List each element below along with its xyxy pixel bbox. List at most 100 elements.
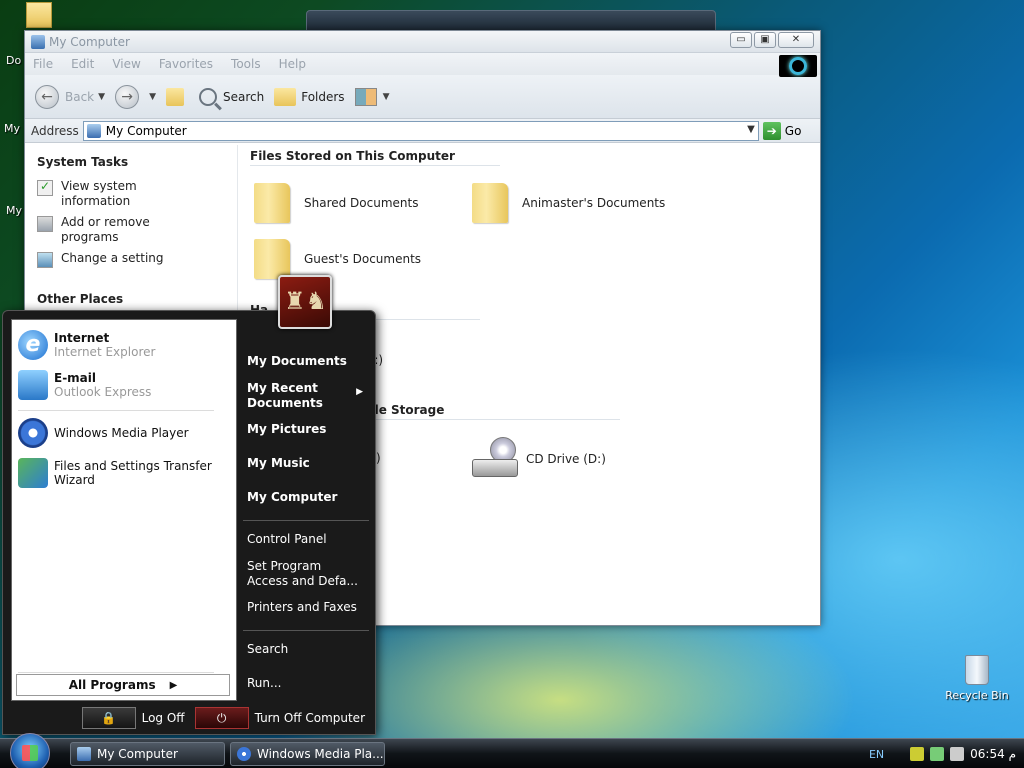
recent-windows-media-player[interactable]: Windows Media Player <box>18 418 189 448</box>
up-button[interactable] <box>165 87 189 106</box>
pin-title: E-mail <box>54 371 97 385</box>
search-label: Search <box>222 89 265 104</box>
user-avatar[interactable] <box>278 275 332 329</box>
task-view-system-info[interactable]: View system information <box>37 179 233 209</box>
printers-faxes-item[interactable]: Printers and Faxes <box>247 600 357 615</box>
close-button[interactable]: ✕ <box>778 32 814 48</box>
forward-dropdown-icon[interactable]: ▼ <box>149 92 156 102</box>
address-dropdown-icon[interactable]: ▼ <box>747 124 755 135</box>
my-documents-item[interactable]: My Documents <box>247 354 347 369</box>
maximize-button[interactable]: ▣ <box>754 32 776 48</box>
media-player-icon <box>18 418 48 448</box>
folder-label: Guest's Documents <box>304 252 422 266</box>
computer-icon <box>77 747 91 761</box>
pin-subtitle: Outlook Express <box>54 385 152 399</box>
folder-icon <box>472 183 508 223</box>
my-music-item[interactable]: My Music <box>247 456 310 471</box>
lock-icon: 🔒 <box>81 707 136 729</box>
cd-drive-icon <box>472 437 520 481</box>
task-label: My Computer <box>97 747 178 761</box>
menu-edit[interactable]: Edit <box>71 57 94 71</box>
task-label: Add or remove programs <box>61 215 150 244</box>
task-label: View system information <box>61 179 137 208</box>
views-icon <box>354 87 377 106</box>
address-label: Address <box>31 123 79 138</box>
arrow-right-icon: ▶ <box>169 679 178 691</box>
pin-subtitle: Internet Explorer <box>54 345 156 359</box>
back-button[interactable]: ← Back ▼ <box>35 84 105 109</box>
logo-ring-icon <box>789 57 807 75</box>
recycle-bin-label: Recycle Bin <box>945 689 1009 702</box>
run-item[interactable]: Run... <box>247 676 281 691</box>
menu-view[interactable]: View <box>112 57 140 71</box>
views-dropdown-icon: ▼ <box>382 91 390 102</box>
back-dropdown-icon[interactable]: ▼ <box>98 92 105 102</box>
folders-label: Folders <box>301 89 345 104</box>
cd-drive[interactable]: CD Drive (D:) <box>472 437 606 481</box>
search-icon <box>198 87 217 106</box>
search-item[interactable]: Search <box>247 642 288 657</box>
log-off-button[interactable]: 🔒 Log Off <box>81 707 185 729</box>
task-my-computer[interactable]: My Computer <box>70 742 225 766</box>
internet-explorer-icon: e <box>18 330 48 360</box>
system-tasks-title: System Tasks <box>37 155 129 169</box>
menu-tools[interactable]: Tools <box>231 57 261 71</box>
folder-label: Shared Documents <box>304 196 419 210</box>
window-titlebar[interactable]: My Computer ▭ ▣ ✕ <box>25 31 820 53</box>
my-computer-item[interactable]: My Computer <box>247 490 337 505</box>
security-warning-icon[interactable] <box>910 747 925 761</box>
task-label: Change a setting <box>61 251 164 265</box>
system-info-icon <box>37 179 53 196</box>
recent-files-settings-wizard[interactable]: Files and Settings Transfer Wizard <box>18 458 214 488</box>
folder-label: Animaster's Documents <box>522 196 666 210</box>
menu-help[interactable]: Help <box>279 57 306 71</box>
set-program-access-item[interactable]: Set Program Access and Defa... <box>247 559 363 589</box>
task-add-remove-programs[interactable]: Add or remove programs <box>37 215 233 245</box>
volume-icon[interactable] <box>950 747 965 761</box>
desktop-label-2: My <box>4 122 21 135</box>
folder-animaster-documents[interactable]: Animaster's Documents <box>472 183 665 223</box>
task-windows-media-player[interactable]: Windows Media Pla... <box>230 742 385 766</box>
transfer-wizard-icon <box>18 458 48 488</box>
menu-favorites[interactable]: Favorites <box>159 57 213 71</box>
media-player-icon <box>237 747 251 761</box>
start-menu-footer: 🔒 Log Off ⏻ Turn Off Computer <box>3 702 375 734</box>
computer-icon <box>31 34 45 49</box>
folder-icon <box>254 183 290 223</box>
start-button[interactable] <box>10 733 50 768</box>
network-icon[interactable] <box>930 747 945 761</box>
folders-button[interactable]: Folders <box>274 87 345 106</box>
language-indicator[interactable]: EN <box>869 748 884 761</box>
clock[interactable]: 06:54 م <box>970 747 1016 761</box>
task-change-setting[interactable]: Change a setting <box>37 251 233 268</box>
go-label: Go <box>784 123 802 138</box>
task-label: Windows Media Pla... <box>257 747 384 761</box>
recycle-bin[interactable]: Recycle Bin <box>944 655 1010 702</box>
other-places-title: Other Places <box>37 292 124 306</box>
desktop-folder-icon[interactable] <box>26 2 52 28</box>
pinned-email[interactable]: E-mail Outlook Express <box>18 370 151 400</box>
section-removable-storage: ble Storage <box>366 403 620 420</box>
folder-guest-documents[interactable]: Guest's Documents <box>254 239 421 279</box>
add-remove-icon <box>37 216 53 232</box>
forward-button[interactable]: → ▼ <box>115 84 156 109</box>
pin-title: Internet <box>54 331 110 345</box>
address-bar: Address My Computer ▼ ➔ Go <box>25 119 820 143</box>
folder-icon <box>254 239 290 279</box>
minimize-button[interactable]: ▭ <box>730 32 752 48</box>
my-recent-documents-item[interactable]: My Recent Documents <box>247 381 337 411</box>
address-input[interactable]: My Computer ▼ <box>82 120 759 141</box>
control-panel-item[interactable]: Control Panel <box>247 532 327 547</box>
turn-off-button[interactable]: ⏻ Turn Off Computer <box>194 707 365 729</box>
folder-shared-documents[interactable]: Shared Documents <box>254 183 418 223</box>
go-button[interactable]: ➔ Go <box>762 121 802 140</box>
all-programs-button[interactable]: All Programs ▶ <box>16 674 230 696</box>
my-pictures-item[interactable]: My Pictures <box>247 422 326 437</box>
submenu-arrow-icon: ▶ <box>356 387 363 397</box>
views-button[interactable]: ▼ <box>354 87 390 106</box>
search-button[interactable]: Search <box>198 87 265 106</box>
menu-file[interactable]: File <box>33 57 53 71</box>
go-arrow-icon: ➔ <box>762 121 781 140</box>
folders-icon <box>274 87 297 106</box>
pinned-internet[interactable]: e Internet Internet Explorer <box>18 330 155 360</box>
